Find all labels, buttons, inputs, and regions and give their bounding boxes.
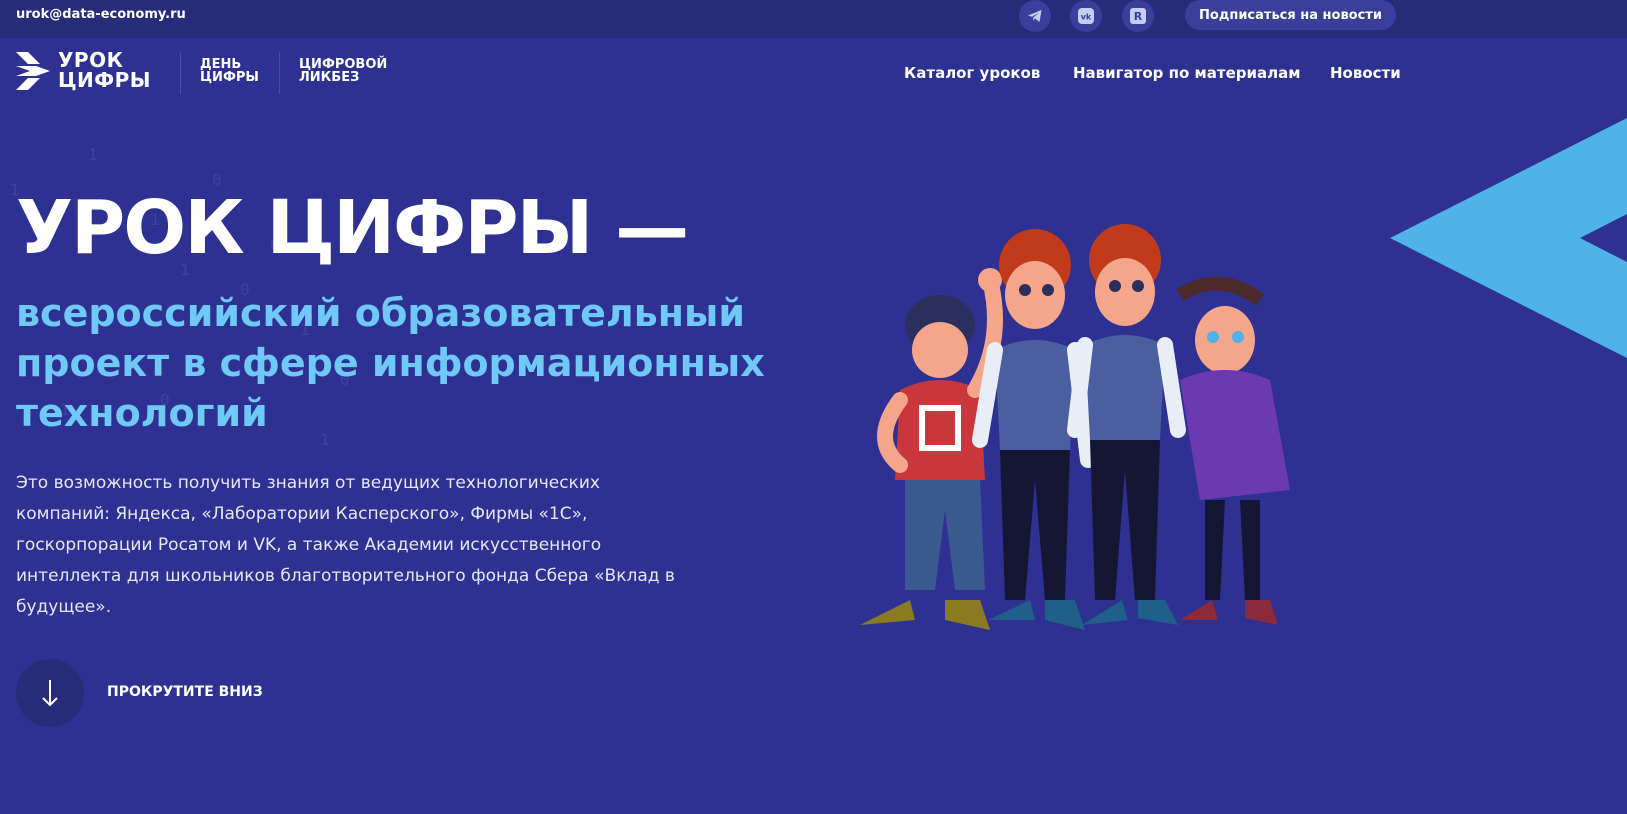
- nav-catalog[interactable]: Каталог уроков: [904, 64, 1040, 82]
- kid-purple-hoodie: [1176, 276, 1290, 625]
- logo-line2: ЦИФРЫ: [58, 68, 152, 92]
- scroll-down-button[interactable]: [16, 659, 84, 727]
- svg-text:vk: vk: [1081, 13, 1092, 22]
- nav-news[interactable]: Новости: [1330, 64, 1401, 82]
- telegram-icon[interactable]: [1019, 0, 1051, 32]
- kid-red-shirt: [860, 268, 1003, 630]
- svg-text:R: R: [1134, 10, 1143, 23]
- hero-description: Это возможность получить знания от ведущ…: [16, 473, 675, 617]
- header-divider: [180, 52, 181, 94]
- hero-subtitle: всероссийский образовательный проект в с…: [16, 291, 765, 435]
- rutube-icon[interactable]: R: [1122, 0, 1154, 32]
- logo-text[interactable]: УРОК ЦИФРЫ: [58, 50, 151, 90]
- contact-email[interactable]: urok@data-economy.ru: [16, 7, 186, 22]
- vk-icon[interactable]: vk: [1070, 0, 1102, 32]
- top-bar: urok@data-economy.ru vk R Подписаться на…: [0, 0, 1627, 38]
- arrow-down-icon: [42, 680, 58, 707]
- logo-chevrons-icon: [16, 52, 50, 90]
- header-divider: [279, 52, 280, 94]
- decorative-triangle: [1390, 118, 1627, 358]
- subscribe-button[interactable]: Подписаться на новости: [1185, 0, 1396, 30]
- cifrovoy-likbez-logo[interactable]: ЦИФРОВОЙ ЛИКБЕЗ: [299, 58, 387, 84]
- logo-mark[interactable]: [16, 52, 50, 90]
- kids-illustration: [860, 224, 1290, 630]
- hero-title: УРОК ЦИФРЫ —: [16, 185, 689, 271]
- den-cifry-logo[interactable]: ДЕНЬ ЦИФРЫ: [200, 58, 259, 84]
- scroll-down-label[interactable]: ПРОКРУТИТЕ ВНИЗ: [107, 684, 263, 700]
- kid-grey-hoodie-2: [1067, 224, 1186, 625]
- nav-navigator[interactable]: Навигатор по материалам: [1073, 64, 1300, 82]
